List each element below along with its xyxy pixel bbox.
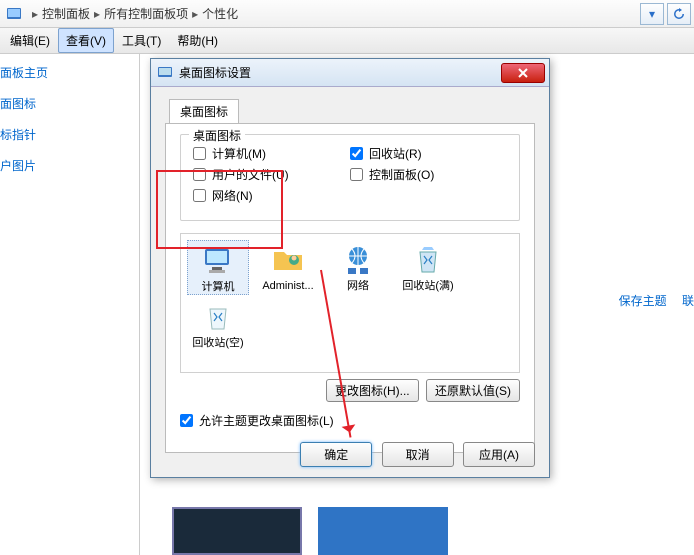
theme-thumbnail[interactable]: [172, 507, 302, 555]
desktop-icons-group: 桌面图标 计算机(M) 用户的文件(U) 网络(N) 回收站(R) 控制面板(O…: [180, 134, 520, 221]
network-icon: [340, 242, 376, 278]
menu-edit[interactable]: 编辑(E): [2, 28, 58, 53]
theme-thumbnails: [172, 507, 448, 555]
icon-item-computer[interactable]: 计算机: [187, 240, 249, 295]
tab-desktop-icons[interactable]: 桌面图标: [169, 99, 239, 123]
icon-label: 计算机: [188, 281, 248, 294]
chevron-right-icon: ▸: [192, 7, 198, 21]
icon-label: 回收站(空): [187, 337, 249, 350]
chevron-right-icon: ▸: [32, 7, 38, 21]
apply-button[interactable]: 应用(A): [463, 442, 535, 467]
icon-label: 网络: [327, 280, 389, 293]
checkbox-computer[interactable]: 计算机(M): [193, 145, 350, 162]
tabs: 桌面图标: [165, 98, 535, 122]
icon-item-recycle-empty[interactable]: 回收站(空): [187, 297, 249, 350]
icon-label: Administ...: [257, 280, 319, 293]
group-title: 桌面图标: [189, 127, 245, 144]
folder-user-icon: [270, 242, 306, 278]
menubar: 编辑(E) 查看(V) 工具(T) 帮助(H): [0, 28, 694, 54]
cancel-button[interactable]: 取消: [382, 442, 454, 467]
refresh-button[interactable]: [667, 3, 691, 25]
save-theme-link[interactable]: 保存主题: [619, 294, 667, 308]
computer-icon: [200, 243, 236, 279]
sidebar-item[interactable]: 户图片: [0, 147, 139, 178]
menu-view[interactable]: 查看(V): [58, 28, 114, 53]
breadcrumb-item[interactable]: 所有控制面板项: [104, 5, 188, 22]
icon-item-user[interactable]: Administ...: [257, 240, 319, 295]
ok-button[interactable]: 确定: [300, 442, 372, 467]
desktop-icon-settings-dialog: 桌面图标设置 桌面图标 桌面图标 计算机(M) 用户的文件(U) 网络(N): [150, 58, 550, 478]
menu-tools[interactable]: 工具(T): [114, 28, 169, 53]
recycle-full-icon: [410, 242, 446, 278]
dropdown-button[interactable]: ▾: [640, 3, 664, 25]
close-button[interactable]: [501, 63, 545, 83]
checkbox-recycle[interactable]: 回收站(R): [350, 145, 507, 162]
icon-item-recycle-full[interactable]: 回收站(满): [397, 240, 459, 295]
breadcrumb-item[interactable]: 控制面板: [42, 5, 90, 22]
address-bar: ▸ 控制面板 ▸ 所有控制面板项 ▸ 个性化 ▾: [0, 0, 694, 28]
right-links: 保存主题 联: [607, 292, 694, 309]
sidebar-item[interactable]: 面图标: [0, 85, 139, 116]
control-panel-icon: [6, 6, 22, 22]
restore-defaults-button[interactable]: 还原默认值(S): [426, 379, 520, 402]
allow-theme-change-checkbox[interactable]: 允许主题更改桌面图标(L): [180, 412, 520, 429]
dialog-icon: [157, 65, 173, 81]
sidebar-item[interactable]: 标指针: [0, 116, 139, 147]
icon-item-network[interactable]: 网络: [327, 240, 389, 295]
theme-thumbnail[interactable]: [318, 507, 448, 555]
recycle-empty-icon: [200, 299, 236, 335]
sidebar-item[interactable]: 面板主页: [0, 54, 139, 85]
menu-help[interactable]: 帮助(H): [169, 28, 226, 53]
link[interactable]: 联: [682, 294, 694, 308]
checkbox-controlpanel[interactable]: 控制面板(O): [350, 166, 507, 183]
checkbox-userfiles[interactable]: 用户的文件(U): [193, 166, 350, 183]
dialog-buttons: 确定 取消 应用(A): [294, 442, 535, 467]
chevron-right-icon: ▸: [94, 7, 100, 21]
change-icon-button[interactable]: 更改图标(H)...: [326, 379, 419, 402]
icon-preview-list[interactable]: 计算机 Administ... 网络 回收站(满): [180, 233, 520, 373]
dialog-titlebar: 桌面图标设置: [151, 59, 549, 87]
breadcrumb-current: 个性化: [202, 5, 238, 22]
checkbox-network[interactable]: 网络(N): [193, 187, 350, 204]
sidebar: 面板主页 面图标 标指针 户图片: [0, 54, 140, 555]
dialog-title: 桌面图标设置: [179, 64, 501, 81]
icon-label: 回收站(满): [397, 280, 459, 293]
